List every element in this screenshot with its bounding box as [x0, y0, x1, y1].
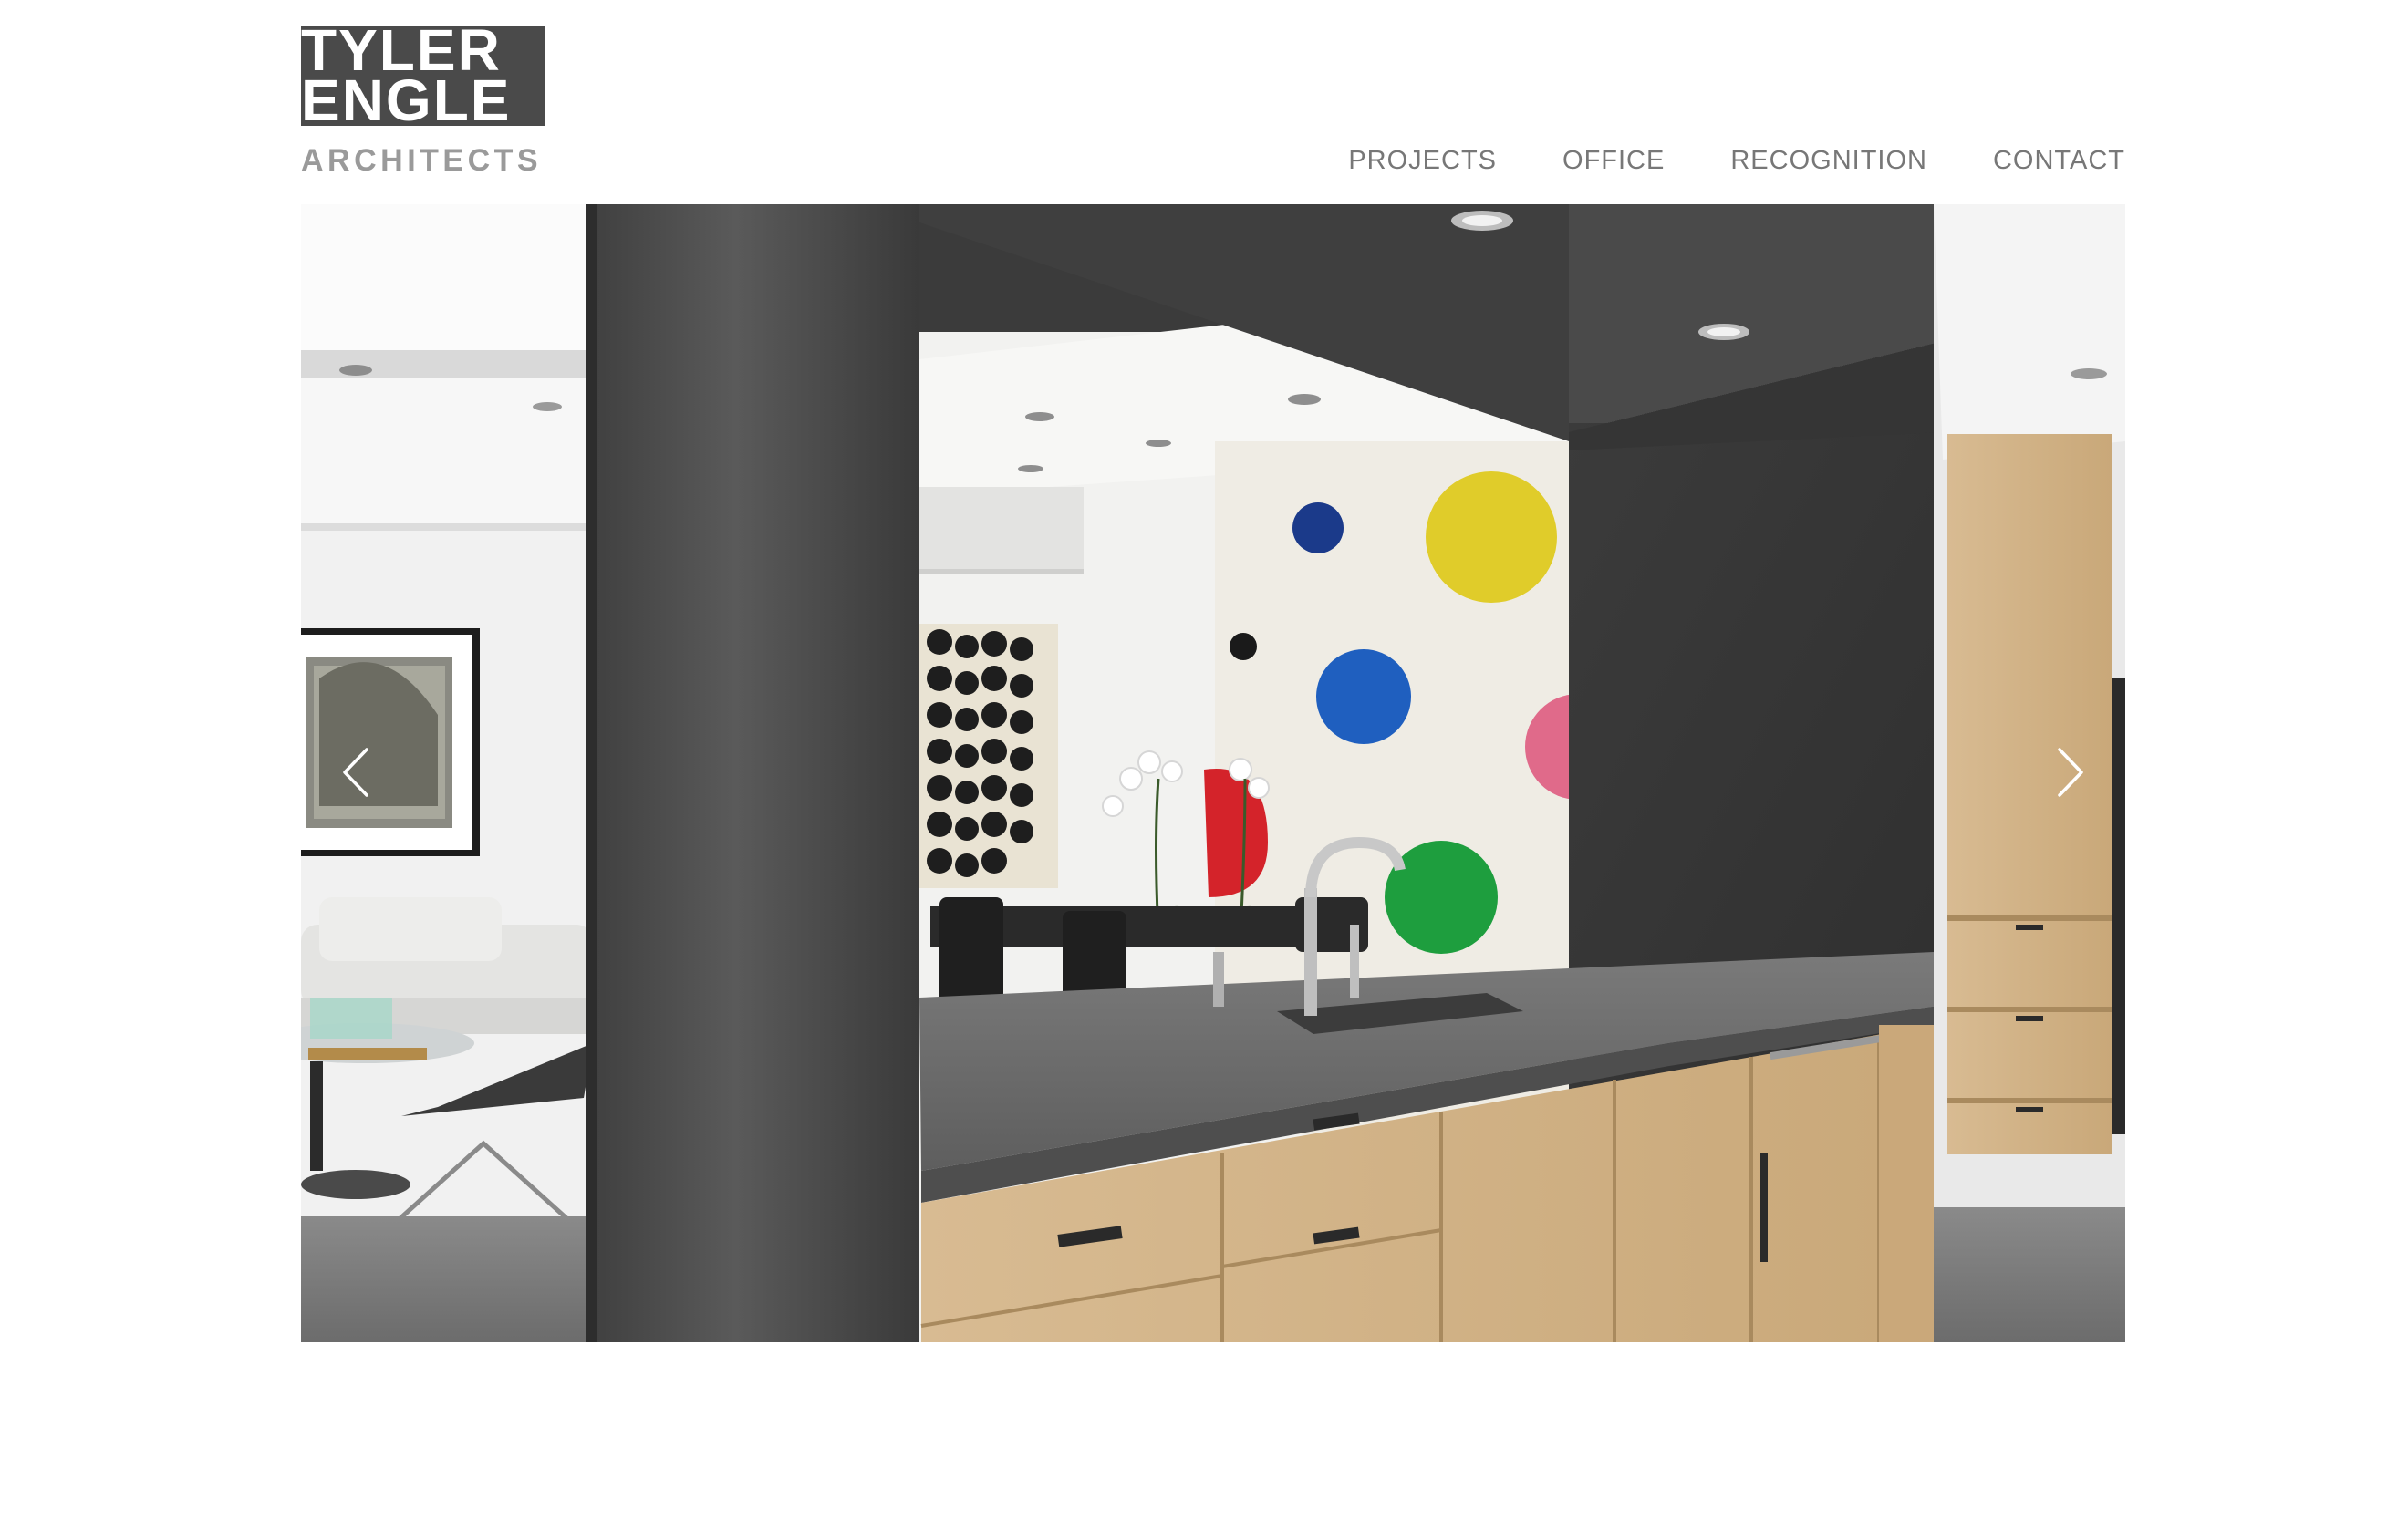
logo-line-2: ENGLE [301, 76, 512, 126]
nav-contact[interactable]: CONTACT [1993, 144, 2125, 177]
slide-photo-kitchen [301, 204, 2125, 1342]
page: TYLER ENGLE ARCHITECTS PROJECTS OFFICE R… [0, 0, 2408, 1531]
logo-subtitle: ARCHITECTS [301, 143, 543, 178]
slideshow-prev-button[interactable] [327, 740, 390, 804]
logo[interactable]: TYLER ENGLE ARCHITECTS [301, 26, 545, 182]
project-slideshow [301, 204, 2125, 1342]
chevron-right-icon [2058, 748, 2083, 797]
nav-recognition[interactable]: RECOGNITION [1730, 144, 1927, 177]
logo-line-1: TYLER [301, 26, 502, 76]
nav-projects[interactable]: PROJECTS [1348, 144, 1497, 177]
chevron-left-icon [343, 748, 368, 797]
main-nav: PROJECTS OFFICE RECOGNITION CONTACT [1348, 144, 2125, 177]
slideshow-next-button[interactable] [2036, 740, 2100, 804]
nav-office[interactable]: OFFICE [1562, 144, 1665, 177]
logo-mark: TYLER ENGLE [301, 26, 545, 126]
